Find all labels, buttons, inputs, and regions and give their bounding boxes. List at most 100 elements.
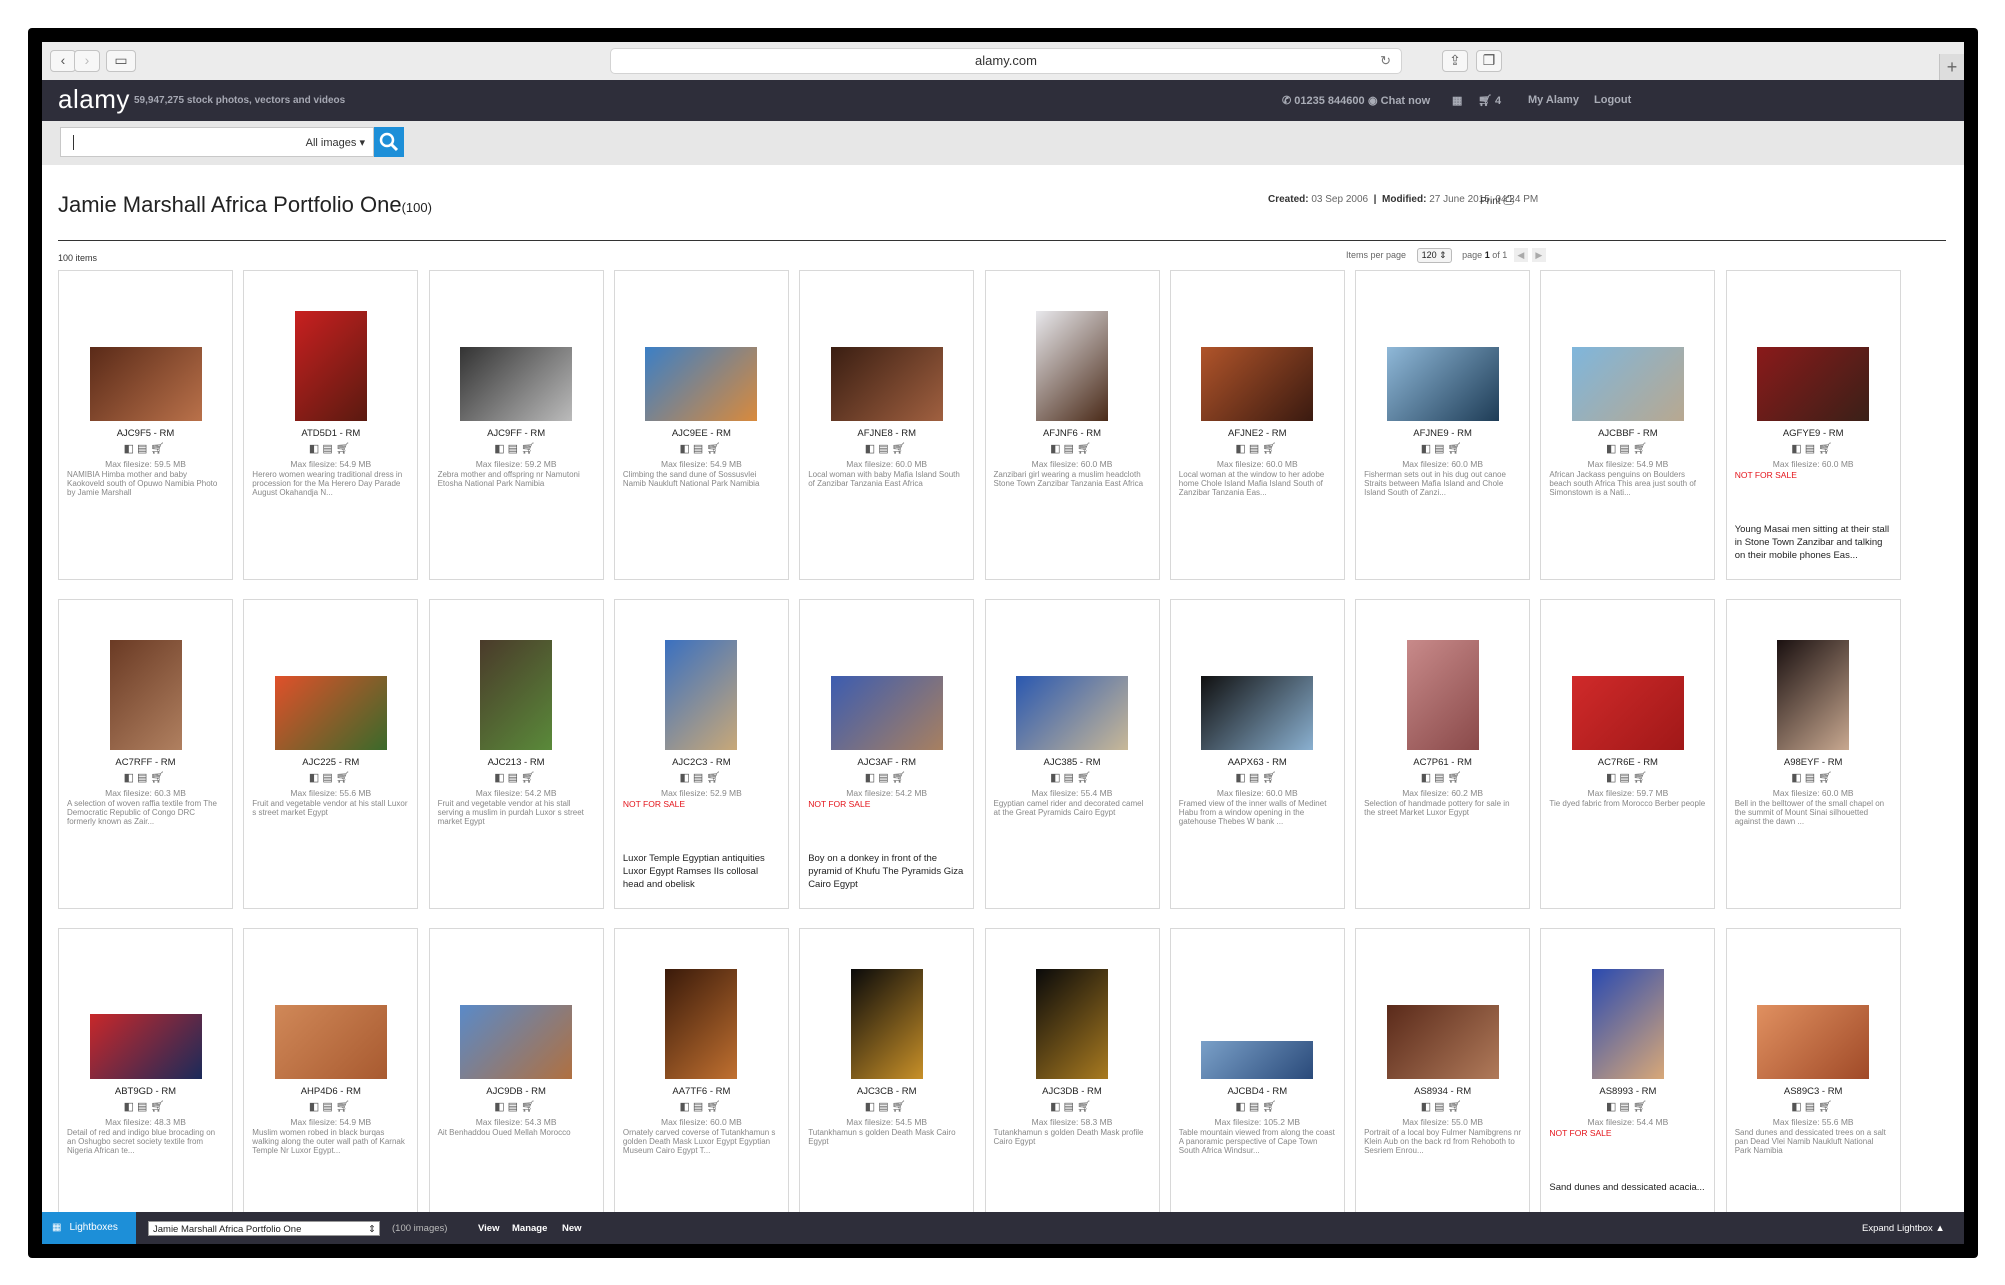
image-thumbnail[interactable] [645, 347, 758, 421]
cart-icon[interactable]: 🛒︎ [892, 772, 909, 784]
compare-icon[interactable]: ◧ [309, 443, 322, 455]
details-icon[interactable]: ▤ [1249, 1101, 1262, 1113]
image-thumbnail[interactable] [1201, 1041, 1314, 1079]
details-icon[interactable]: ▤ [322, 772, 335, 784]
compare-icon[interactable]: ◧ [1050, 772, 1063, 784]
image-card[interactable]: AGFYE9 - RM ◧▤🛒︎ Max filesize: 60.0 MB NOT … [1725, 270, 1901, 580]
image-code[interactable]: AJC385 - RM [986, 757, 1159, 768]
details-icon[interactable]: ▤ [693, 1101, 706, 1113]
cart-icon[interactable]: 🛒︎ [1633, 772, 1650, 784]
cart-icon[interactable]: 🛒︎ [706, 1101, 723, 1113]
image-code[interactable]: ABT9GD - RM [59, 1086, 232, 1097]
image-card[interactable]: AHP4D6 - RM ◧▤🛒︎ Max filesize: 54.9 MB Musl… [243, 928, 419, 1238]
image-card[interactable]: AFJNE2 - RM ◧▤🛒︎ Max filesize: 60.0 MB Loca… [1169, 270, 1345, 580]
cart-icon[interactable]: 🛒︎ [1262, 443, 1279, 455]
image-code[interactable]: AFJNE8 - RM [800, 428, 973, 439]
image-code[interactable]: ATD5D1 - RM [244, 428, 417, 439]
cart-icon[interactable]: 🛒︎ [336, 1101, 353, 1113]
tabs-icon[interactable]: ❐ [1476, 50, 1502, 72]
image-thumbnail[interactable] [1406, 640, 1479, 750]
image-thumbnail[interactable] [850, 969, 923, 1079]
compare-icon[interactable]: ◧ [1235, 1101, 1248, 1113]
image-card[interactable]: AJC9EE - RM ◧▤🛒︎ Max filesize: 54.9 MB Clim… [613, 270, 789, 580]
image-card[interactable]: AJC3DB - RM ◧▤🛒︎ Max filesize: 58.3 MB Tuta… [984, 928, 1160, 1238]
details-icon[interactable]: ▤ [878, 772, 891, 784]
image-code[interactable]: AAPX63 - RM [1171, 757, 1344, 768]
image-card[interactable]: AA7TF6 - RM ◧▤🛒︎ Max filesize: 60.0 MB Orna… [613, 928, 789, 1238]
compare-icon[interactable]: ◧ [1421, 1101, 1434, 1113]
compare-icon[interactable]: ◧ [309, 772, 322, 784]
new-tab-icon[interactable]: + [1939, 54, 1964, 80]
image-thumbnail[interactable] [1757, 1005, 1870, 1079]
image-card[interactable]: AJC9DB - RM ◧▤🛒︎ Max filesize: 54.3 MB Ait … [428, 928, 604, 1238]
cart-icon[interactable]: 🛒︎ [521, 443, 538, 455]
image-code[interactable]: AJC3AF - RM [800, 757, 973, 768]
image-code[interactable]: AJC3CB - RM [800, 1086, 973, 1097]
sidebar-icon[interactable]: ▭ [106, 50, 136, 72]
compare-icon[interactable]: ◧ [1791, 772, 1804, 784]
image-card[interactable]: AC7R6E - RM ◧▤🛒︎ Max filesize: 59.7 MB Tie … [1540, 599, 1716, 909]
image-thumbnail[interactable] [1591, 969, 1664, 1079]
image-thumbnail[interactable] [274, 676, 387, 750]
compare-icon[interactable]: ◧ [1606, 1101, 1619, 1113]
image-card[interactable]: AJC3CB - RM ◧▤🛒︎ Max filesize: 54.5 MB Tuta… [799, 928, 975, 1238]
compare-icon[interactable]: ◧ [865, 1101, 878, 1113]
image-thumbnail[interactable] [830, 347, 943, 421]
cart-icon[interactable]: 🛒︎ [1077, 443, 1094, 455]
image-thumbnail[interactable] [89, 347, 202, 421]
lightbox-select[interactable]: Jamie Marshall Africa Portfolio One ⇕ [148, 1221, 380, 1236]
cart-icon[interactable]: 🛒︎ [1818, 772, 1835, 784]
image-thumbnail[interactable] [460, 347, 573, 421]
details-icon[interactable]: ▤ [693, 772, 706, 784]
details-icon[interactable]: ▤ [1619, 443, 1632, 455]
image-code[interactable]: AS8934 - RM [1356, 1086, 1529, 1097]
image-card[interactable]: ABT9GD - RM ◧▤🛒︎ Max filesize: 48.3 MB Deta… [58, 928, 233, 1238]
image-card[interactable]: AFJNE9 - RM ◧▤🛒︎ Max filesize: 60.0 MB Fish… [1355, 270, 1531, 580]
forward-icon[interactable]: › [74, 50, 100, 72]
details-icon[interactable]: ▤ [1249, 443, 1262, 455]
image-thumbnail[interactable] [1016, 676, 1128, 750]
cart-icon[interactable]: 🛒︎ [1448, 1101, 1465, 1113]
compare-icon[interactable]: ◧ [1791, 443, 1804, 455]
cart-icon[interactable]: 🛒︎ [706, 772, 723, 784]
image-thumbnail[interactable] [1757, 347, 1870, 421]
cart-icon[interactable]: 🛒︎ [706, 443, 723, 455]
image-card[interactable]: AJCBD4 - RM ◧▤🛒︎ Max filesize: 105.2 MB Tab… [1169, 928, 1345, 1238]
compare-icon[interactable]: ◧ [124, 1101, 137, 1113]
image-code[interactable]: A98EYF - RM [1727, 757, 1900, 768]
address-bar[interactable]: alamy.com ↻ [610, 48, 1402, 74]
image-card[interactable]: AJC3AF - RM ◧▤🛒︎ Max filesize: 54.2 MB NOT … [799, 599, 975, 909]
compare-icon[interactable]: ◧ [1235, 443, 1248, 455]
image-code[interactable]: AJCBD4 - RM [1171, 1086, 1344, 1097]
share-icon[interactable]: ⇪ [1442, 50, 1468, 72]
image-card[interactable]: AFJNF6 - RM ◧▤🛒︎ Max filesize: 60.0 MB Zanz… [984, 270, 1160, 580]
image-card[interactable]: AS89C3 - RM ◧▤🛒︎ Max filesize: 55.6 MB Sand… [1725, 928, 1901, 1238]
cart-icon[interactable]: 🛒︎ [336, 443, 353, 455]
details-icon[interactable]: ▤ [508, 772, 521, 784]
image-thumbnail[interactable] [480, 640, 553, 750]
compare-icon[interactable]: ◧ [124, 443, 137, 455]
cart-icon[interactable]: 🛒︎ [1633, 443, 1650, 455]
image-code[interactable]: AA7TF6 - RM [615, 1086, 788, 1097]
details-icon[interactable]: ▤ [878, 1101, 891, 1113]
image-code[interactable]: AFJNF6 - RM [986, 428, 1159, 439]
cart-icon[interactable]: 🛒︎ [1448, 443, 1465, 455]
details-icon[interactable]: ▤ [1064, 443, 1077, 455]
image-thumbnail[interactable] [294, 311, 367, 421]
image-card[interactable]: AS8934 - RM ◧▤🛒︎ Max filesize: 55.0 MB Port… [1355, 928, 1531, 1238]
image-code[interactable]: AJC9F5 - RM [59, 428, 232, 439]
image-card[interactable]: AS8993 - RM ◧▤🛒︎ Max filesize: 54.4 MB NOT … [1540, 928, 1716, 1238]
image-thumbnail[interactable] [665, 640, 738, 750]
details-icon[interactable]: ▤ [1434, 443, 1447, 455]
image-thumbnail[interactable] [1201, 347, 1314, 421]
image-code[interactable]: AJC9EE - RM [615, 428, 788, 439]
image-code[interactable]: AJC9DB - RM [430, 1086, 603, 1097]
compare-icon[interactable]: ◧ [680, 443, 693, 455]
image-code[interactable]: AFJNE2 - RM [1171, 428, 1344, 439]
details-icon[interactable]: ▤ [1619, 1101, 1632, 1113]
search-button[interactable] [374, 127, 404, 157]
details-icon[interactable]: ▤ [1064, 772, 1077, 784]
image-card[interactable]: ATD5D1 - RM ◧▤🛒︎ Max filesize: 54.9 MB Here… [243, 270, 419, 580]
cart-icon[interactable]: 🛒︎ [1818, 1101, 1835, 1113]
search-input[interactable]: All images ▾ [60, 127, 374, 157]
